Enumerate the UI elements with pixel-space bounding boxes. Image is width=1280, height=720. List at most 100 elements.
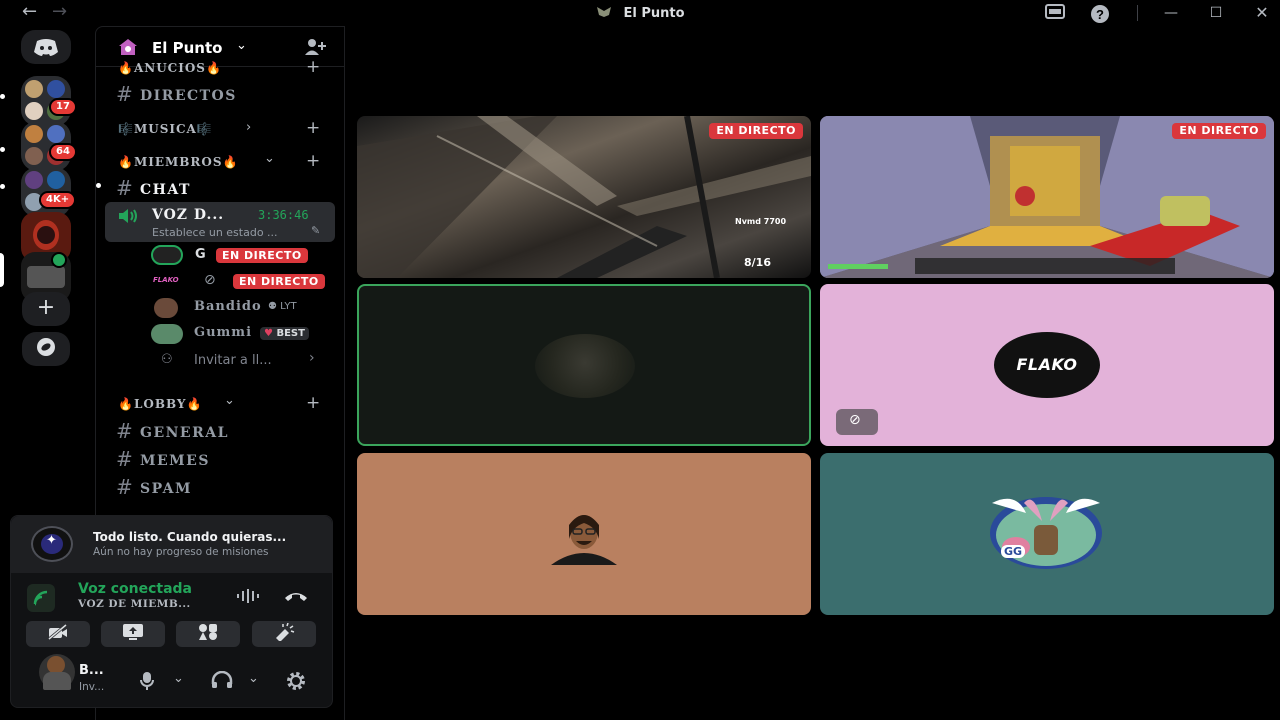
screen-share-button[interactable] [101,621,165,647]
activity-icon [199,624,217,640]
flako-logo: FLAKO [1016,355,1078,374]
close-icon[interactable]: ✕ [1251,4,1273,22]
member-avatar[interactable] [151,245,183,265]
discord-home-icon[interactable] [21,30,71,64]
stream-tile[interactable]: EN DIRECTO [820,116,1274,278]
mic-off-icon: ⊘ [849,412,861,428]
activities-button[interactable] [176,621,240,647]
category-musica[interactable]: 🎼MUSICA🎼 [118,122,213,136]
stream-preview [820,116,1274,278]
member-avatar: FLAKO [994,332,1100,398]
threads-hash-icon: # [116,447,135,471]
unread-dot [96,183,101,188]
connection-icon[interactable] [27,584,55,612]
microphone-icon[interactable] [139,671,155,691]
channel-directos[interactable]: # DIRECTOS [116,82,237,106]
live-badge: EN DIRECTO [216,248,308,263]
category-anucios[interactable]: 🔥ANUCIOS🔥 [118,61,222,75]
video-off-icon [48,623,67,641]
chevron-down-icon[interactable]: ⌄ [173,671,184,686]
member-avatar [544,508,624,566]
maximize-icon[interactable]: ☐ [1205,4,1227,22]
settings-gear-icon[interactable] [285,670,307,692]
voice-channel-active[interactable]: VOZ D... 3:36:46 Establece un estado ...… [105,202,335,242]
stream-tile[interactable]: EN DIRECTO Nvmd 7700 8/16 [357,116,811,278]
mention-badge: 64 [49,143,77,161]
member-tile[interactable]: FLAKO ⊘ [820,284,1274,446]
invite-label[interactable]: Invitar a ll... [194,353,272,368]
member-name[interactable]: Gummi [194,325,252,340]
channel-general[interactable]: # GENERAL [116,419,229,443]
threads-hash-icon: # [116,419,135,443]
user-status[interactable]: Inv... [79,681,104,693]
camera-tile-speaking[interactable] [357,284,811,446]
server-folder-3[interactable]: 4K+ [21,167,77,217]
muted-icon: ⊘ [204,272,216,288]
add-channel-icon[interactable]: + [306,57,320,77]
hash-icon: # [116,82,135,106]
quest-icon: ✦ [31,526,73,562]
help-icon[interactable]: ? [1089,4,1111,23]
add-server-icon[interactable]: + [22,292,70,326]
channel-chat[interactable]: # CHAT [116,176,191,200]
voice-channel-label[interactable]: VOZ DE MIEMB... [78,598,191,610]
chevron-down-icon[interactable]: ⌄ [248,671,259,686]
voice-stage: EN DIRECTO Nvmd 7700 8/16 EN DIRECTO FLA… [346,26,1280,720]
inbox-icon[interactable] [1044,4,1066,22]
mention-badge: 4K+ [39,191,77,209]
invite-people-icon[interactable] [304,38,326,56]
voice-connected-title[interactable]: Voz conectada [78,581,192,597]
svg-text:?: ? [1096,7,1104,22]
stream-preview [357,116,811,278]
voice-channel-name: VOZ D... [152,207,225,223]
disconnect-icon[interactable] [283,589,309,603]
quest-subtitle: Aún no hay progreso de misiones [93,546,269,558]
unread-dot [0,94,5,99]
voice-timer: 3:36:46 [258,208,309,222]
camera-off-button[interactable] [26,621,90,647]
speaker-icon [51,252,67,268]
member-avatar[interactable] [151,324,183,344]
channel-spam[interactable]: # SPAM [116,475,192,499]
add-channel-icon[interactable]: + [306,393,320,413]
hud-ammo: 8/16 [744,256,771,269]
gg-label: GG [1001,545,1026,558]
category-lobby[interactable]: 🔥LOBBY🔥 [118,397,202,411]
member-name[interactable]: G [195,247,206,262]
username[interactable]: B... [79,663,104,678]
server-folder-2[interactable]: 64 [21,121,77,171]
soundboard-button[interactable] [252,621,316,647]
server-folder-1[interactable]: 17 [21,76,77,126]
category-miembros[interactable]: 🔥MIEMBROS🔥 [118,155,238,169]
voice-status-text[interactable]: Establece un estado ... [152,226,278,239]
avatar[interactable] [39,654,75,690]
quest-banner[interactable]: ✦ Todo listo. Cuando quieras... Aún no h… [11,516,332,573]
headphones-icon[interactable] [211,671,233,689]
edit-icon[interactable]: ✎ [311,224,320,237]
chevron-down-icon: ⌄ [224,393,235,408]
user-panel: ✦ Todo listo. Cuando quieras... Aún no h… [10,515,333,708]
member-avatar[interactable] [154,298,178,318]
member-tile[interactable] [357,453,811,615]
channel-memes[interactable]: # MEMES [116,447,210,471]
member-name[interactable]: Bandido [194,299,262,314]
invite-icon: ⚇ [161,352,173,367]
minimize-icon[interactable]: — [1160,4,1182,22]
discover-icon[interactable] [22,332,70,366]
screen-share-icon [123,624,143,640]
guild-name: El Punto [152,39,223,57]
member-avatar[interactable]: FLAKO [153,273,181,287]
selected-server-indicator [0,253,4,287]
title-bar: ← → El Punto ? — ☐ ✕ [0,0,1280,26]
threads-hash-icon: # [116,475,135,499]
chevron-down-icon: ⌄ [264,151,275,166]
noise-suppression-icon[interactable] [236,588,262,604]
unread-dot [0,147,5,152]
window-title: El Punto [0,5,1280,21]
live-badge: EN DIRECTO [709,123,803,139]
add-channel-icon[interactable]: + [306,151,320,171]
chevron-right-icon: › [309,350,315,366]
member-tile[interactable]: GG [820,453,1274,615]
add-channel-icon[interactable]: + [306,118,320,138]
live-badge: EN DIRECTO [1172,123,1266,139]
